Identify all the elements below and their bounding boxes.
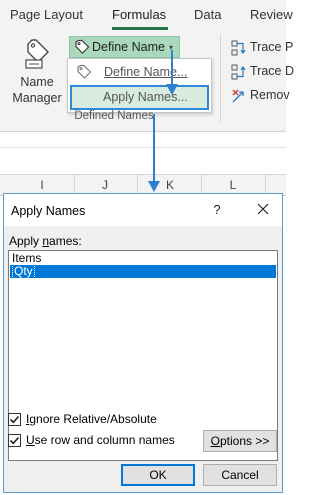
help-button[interactable]: ?: [211, 202, 223, 217]
name-tag-icon: [24, 38, 52, 75]
defined-names-group: Name Manager Define Name ▾ Define Name..…: [0, 30, 294, 132]
remove-arrows-button[interactable]: Remov: [231, 86, 291, 106]
trace-precedents-button[interactable]: Trace P: [231, 38, 294, 61]
use-row-column-checkbox[interactable]: [8, 434, 21, 447]
cancel-button[interactable]: Cancel: [203, 464, 277, 486]
apply-names-label: Apply names:: [9, 234, 82, 248]
define-name-button[interactable]: Define Name ▾: [69, 36, 180, 58]
remove-arrows-icon: [231, 88, 247, 109]
list-item[interactable]: Items: [10, 252, 276, 265]
group-label: Defined Names: [74, 110, 154, 122]
trace-dependents-label: Trace D: [250, 64, 294, 78]
apply-names-dialog: Apply Names ? Apply names: Items Qty Ign…: [3, 193, 283, 493]
define-name-menu: Define Name... Apply Names...: [67, 58, 212, 113]
ignore-relative-label: Ignore Relative/Absolute: [26, 412, 157, 426]
column-divider: [74, 175, 75, 195]
trace-precedents-label: Trace P: [250, 40, 294, 54]
options-button[interactable]: Options >>: [203, 430, 277, 452]
menu-item-label: Apply Names...: [103, 90, 188, 104]
ignore-relative-checkbox[interactable]: [8, 413, 21, 426]
trace-dependents-icon: [231, 64, 247, 85]
tab-data[interactable]: Data: [194, 7, 221, 22]
close-icon[interactable]: [255, 201, 271, 217]
ribbon: Page Layout Formulas Data Review Name Ma…: [0, 0, 294, 132]
checkmark-icon: [9, 415, 20, 424]
tab-page-layout[interactable]: Page Layout: [10, 7, 83, 22]
use-row-column-label: Use row and column names: [26, 433, 175, 447]
menu-item-label: Define Name...: [104, 65, 188, 79]
name-manager-button[interactable]: Name Manager: [10, 34, 64, 112]
column-header-l[interactable]: L: [218, 178, 248, 192]
tag-icon: [76, 64, 92, 85]
dialog-title: Apply Names: [11, 204, 86, 218]
ok-button[interactable]: OK: [121, 464, 195, 486]
column-divider: [201, 175, 202, 195]
dialog-titlebar[interactable]: Apply Names ?: [4, 194, 282, 226]
define-name-label: Define Name: [92, 40, 165, 54]
menu-item-define-name[interactable]: Define Name...: [68, 60, 211, 84]
trace-precedents-icon: [231, 40, 247, 61]
chevron-down-icon[interactable]: ▾: [169, 43, 173, 52]
tab-review[interactable]: Review: [250, 7, 293, 22]
column-header-j[interactable]: J: [90, 178, 120, 192]
gridline: [0, 147, 286, 148]
group-divider: [220, 34, 221, 122]
column-divider: [265, 175, 266, 195]
tag-icon: [74, 39, 90, 60]
tab-formulas[interactable]: Formulas: [112, 7, 166, 22]
remove-arrows-label: Remov: [250, 88, 290, 102]
name-manager-label: Name Manager: [12, 75, 62, 105]
trace-dependents-button[interactable]: Trace D: [231, 62, 294, 85]
column-divider: [137, 175, 138, 195]
ignore-relative-absolute-option[interactable]: Ignore Relative/Absolute: [8, 412, 268, 428]
ribbon-tabs: Page Layout Formulas Data Review: [0, 0, 293, 30]
column-header-i[interactable]: I: [27, 178, 57, 192]
use-row-column-names-option[interactable]: Use row and column names: [8, 433, 198, 449]
list-item-selected[interactable]: Qty: [10, 263, 276, 279]
column-header-k[interactable]: K: [155, 178, 185, 192]
menu-item-apply-names[interactable]: Apply Names...: [70, 85, 209, 110]
checkmark-icon: [9, 436, 20, 445]
